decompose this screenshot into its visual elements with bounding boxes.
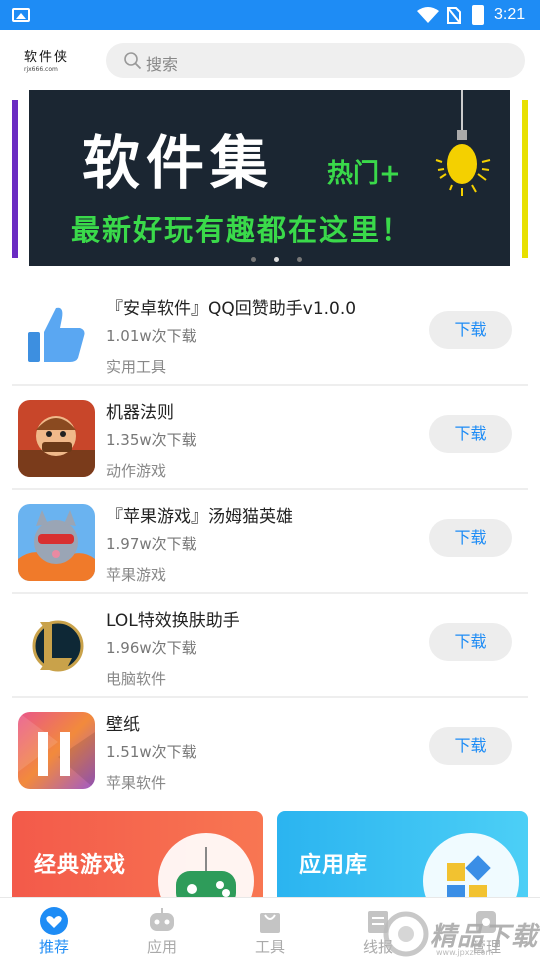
- tab-label: 推荐: [38, 938, 69, 956]
- download-count: 1.35w次下载: [106, 431, 197, 449]
- tab-tools[interactable]: 工具: [216, 898, 324, 960]
- download-count: 1.97w次下载: [106, 535, 197, 553]
- download-button[interactable]: 下载: [429, 311, 512, 349]
- tab-label: 工具: [254, 938, 285, 956]
- no-sim-icon: [447, 7, 461, 24]
- app-name: 『苹果游戏』汤姆猫英雄: [106, 507, 293, 527]
- bag-icon: [260, 913, 280, 933]
- logo-subtext: rjx666.com: [24, 66, 58, 73]
- card-title: 经典游戏: [34, 853, 127, 878]
- app-name: 机器法则: [106, 403, 174, 423]
- watermark: 精品下载 www.jpxz.com: [378, 906, 538, 960]
- game-character-icon: [18, 400, 95, 477]
- pagination-dot-active[interactable]: [274, 257, 279, 262]
- tom-cat-icon: [18, 504, 95, 581]
- lol-logo-icon: [18, 608, 95, 685]
- app-category: 实用工具: [106, 358, 167, 376]
- banner-hot-label: 热门+: [327, 159, 401, 189]
- download-count: 1.51w次下载: [106, 743, 197, 761]
- tab-apps[interactable]: 应用: [108, 898, 216, 960]
- download-count: 1.01w次下载: [106, 327, 197, 345]
- app-category: 苹果游戏: [106, 566, 167, 584]
- app-name: LOL特效换肤助手: [106, 611, 240, 631]
- tab-label: 应用: [146, 938, 177, 956]
- app-name: 壁纸: [106, 715, 140, 735]
- download-button[interactable]: 下载: [429, 415, 512, 453]
- list-item[interactable]: 『苹果游戏』汤姆猫英雄 1.97w次下载 苹果游戏 下载: [0, 488, 540, 592]
- list-item[interactable]: 壁纸 1.51w次下载 苹果软件 下载: [0, 696, 540, 800]
- app-list: 『安卓软件』QQ回赞助手v1.0.0 1.01w次下载 实用工具 下载 机器法则…: [0, 280, 540, 800]
- app-name: 『安卓软件』QQ回赞助手v1.0.0: [106, 299, 357, 319]
- app-library-card[interactable]: 应用库: [277, 811, 528, 911]
- clock: 3:21: [494, 6, 526, 23]
- download-button[interactable]: 下载: [429, 623, 512, 661]
- watermark-url: www.jpxz.com: [436, 948, 494, 957]
- banner-title: 软件集: [82, 129, 275, 197]
- heart-icon: [40, 907, 68, 935]
- app-category: 电脑软件: [106, 670, 167, 688]
- image-notification-icon: [12, 8, 30, 22]
- pagination-dot[interactable]: [297, 257, 302, 262]
- search-bar[interactable]: 搜索: [106, 43, 525, 78]
- list-item[interactable]: 机器法则 1.35w次下载 动作游戏 下载: [0, 384, 540, 488]
- search-icon: [124, 52, 142, 70]
- wallpaper-11-icon: [18, 712, 95, 789]
- app-category: 动作游戏: [106, 462, 167, 480]
- thumbs-up-icon: [18, 296, 95, 373]
- banner-subtitle: 最新好玩有趣都在这里！: [71, 213, 413, 247]
- banner-prev-peek[interactable]: [12, 100, 18, 258]
- download-count: 1.96w次下载: [106, 639, 197, 657]
- list-item[interactable]: 『安卓软件』QQ回赞助手v1.0.0 1.01w次下载 实用工具 下载: [0, 280, 540, 384]
- app-category: 苹果软件: [106, 774, 167, 792]
- battery-icon: [472, 5, 484, 25]
- banner-next-peek[interactable]: [522, 100, 528, 258]
- tab-recommend[interactable]: 推荐: [0, 898, 108, 960]
- robot-icon: [150, 908, 174, 931]
- classic-games-card[interactable]: 经典游戏: [12, 811, 263, 911]
- promo-banner[interactable]: 软件集 热门+ 最新好玩有趣都在这里！: [29, 90, 510, 266]
- download-button[interactable]: 下载: [429, 727, 512, 765]
- download-button[interactable]: 下载: [429, 519, 512, 557]
- app-logo[interactable]: 软件侠 rjx666.com: [24, 46, 88, 76]
- watermark-logo-icon: [383, 911, 429, 957]
- pagination-dot[interactable]: [251, 257, 256, 262]
- card-title: 应用库: [299, 853, 369, 878]
- search-placeholder: 搜索: [146, 55, 179, 74]
- banner-pagination: [242, 247, 311, 266]
- wifi-icon: [417, 7, 439, 23]
- status-bar: 3:21: [0, 0, 540, 30]
- logo-text: 软件侠: [24, 50, 70, 65]
- light-bulb-icon: [435, 90, 491, 196]
- list-item[interactable]: LOL特效换肤助手 1.96w次下载 电脑软件 下载: [0, 592, 540, 696]
